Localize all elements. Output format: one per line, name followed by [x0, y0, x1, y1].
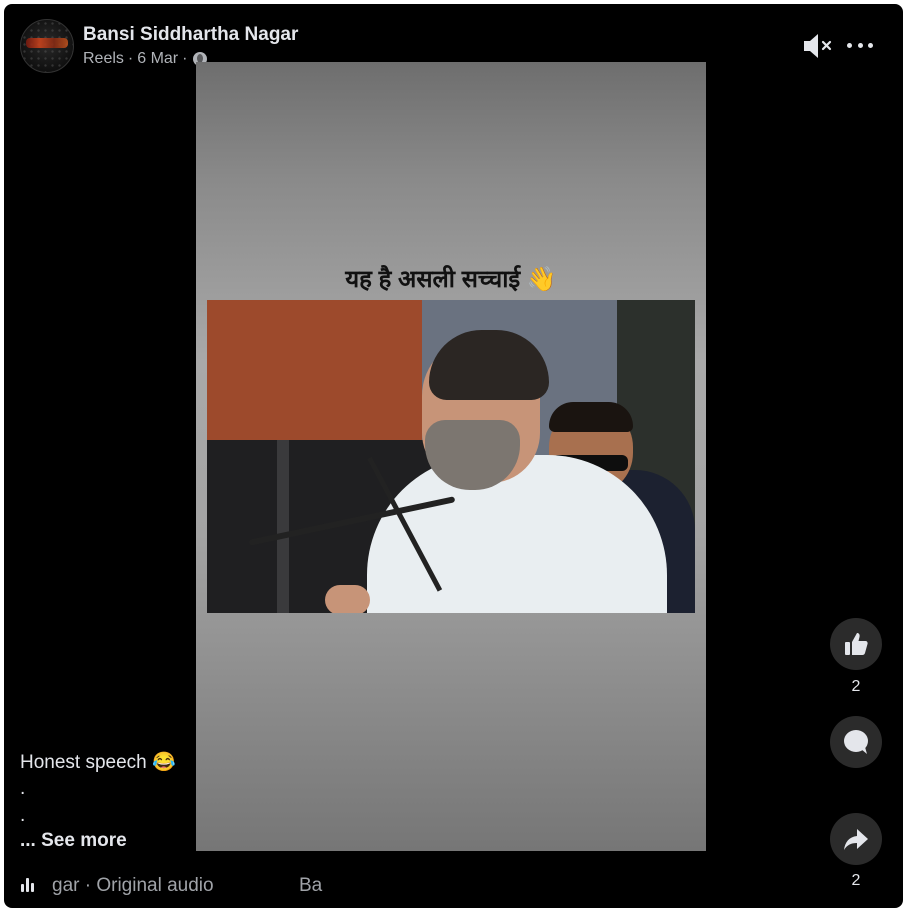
thumbs-up-icon [845, 633, 868, 655]
description-dot: . [20, 778, 26, 799]
like-button[interactable] [830, 618, 882, 670]
audio-ticker[interactable]: gar · Original audio Ba [20, 874, 324, 898]
share-button[interactable] [830, 813, 882, 865]
post-date[interactable]: 6 Mar [137, 50, 178, 68]
dot-icon [868, 42, 873, 48]
author-avatar[interactable] [20, 19, 74, 73]
video-player[interactable]: यह है असली सच्चाई 👋 [196, 62, 706, 851]
share-count: 2 [851, 872, 861, 889]
post-type-label: Reels [83, 50, 124, 67]
post-meta: Reels · 6 Mar · [83, 50, 208, 68]
comment-button[interactable] [830, 716, 882, 768]
description-text: Honest speech 😂 [20, 752, 176, 773]
audio-label-next: Ba [299, 875, 323, 896]
mute-button[interactable] [802, 32, 834, 60]
video-overlay-caption: यह है असली सच्चाई 👋 [345, 266, 557, 293]
speaker-muted-icon [804, 34, 832, 58]
share-arrow-icon [844, 829, 868, 850]
video-frame-image [207, 300, 695, 613]
dot-icon [847, 42, 852, 48]
audio-label: gar · Original audio [52, 875, 214, 896]
reel-viewer: Bansi Siddhartha Nagar Reels · 6 Mar · य… [4, 4, 903, 908]
dot-icon [857, 42, 863, 48]
author-name[interactable]: Bansi Siddhartha Nagar [83, 24, 298, 46]
more-options-button[interactable] [847, 38, 873, 52]
audio-waveform-icon [20, 877, 38, 895]
description-dot: . [20, 805, 26, 826]
see-more-link[interactable]: ... See more [20, 830, 127, 852]
like-count: 2 [851, 678, 861, 695]
comment-icon [844, 730, 868, 754]
